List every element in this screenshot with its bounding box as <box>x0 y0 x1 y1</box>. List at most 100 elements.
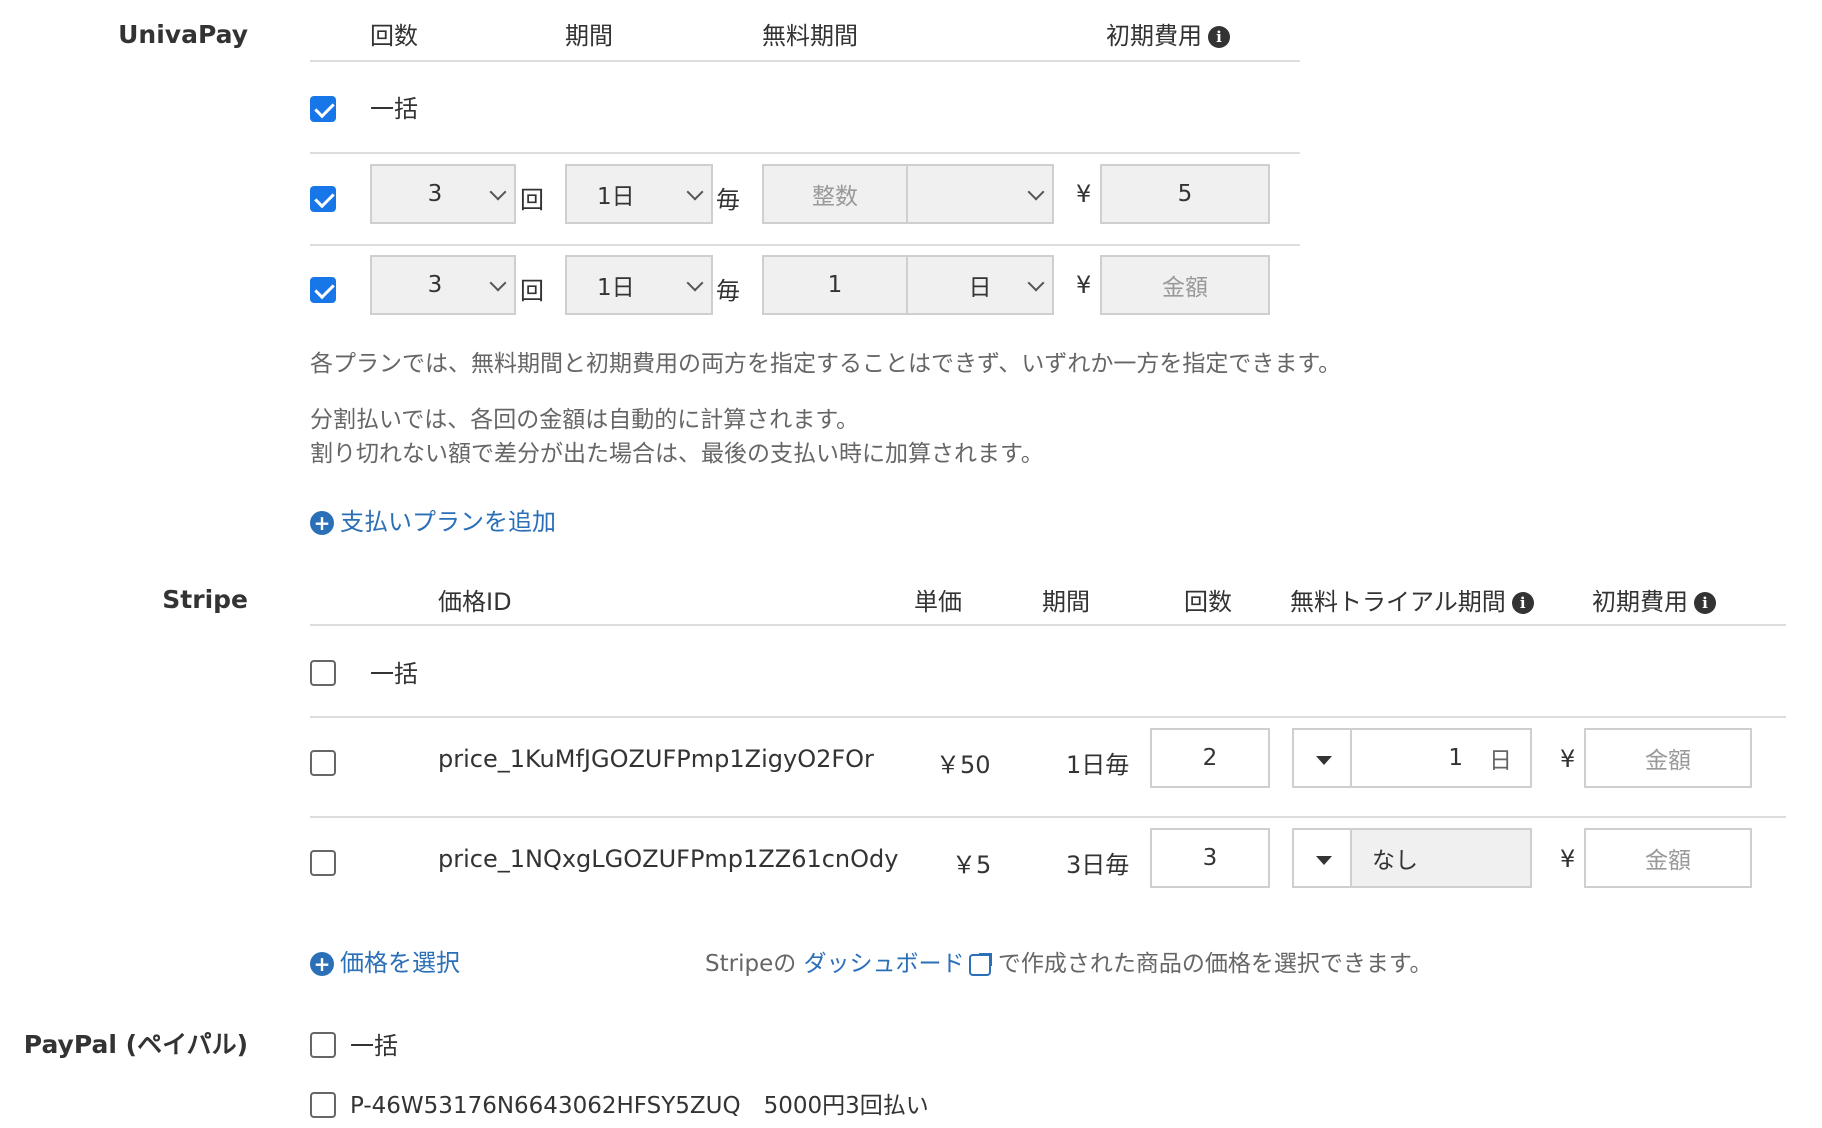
univapay-period-select[interactable]: 1日 <box>565 164 713 224</box>
stripe-count-input[interactable]: 3 <box>1150 828 1270 888</box>
univapay-header-free-period: 無料期間 <box>762 22 858 50</box>
stripe-unit-price: ￥50 <box>936 751 991 779</box>
stripe-price-id: price_1NQxgLGOZUFPmp1ZZ61cnOdy <box>438 845 899 873</box>
add-payment-plan-link[interactable]: + 支払いプランを追加 <box>310 502 556 537</box>
period-value: 1日 <box>597 184 635 210</box>
stripe-trial-input[interactable]: なし <box>1350 828 1532 888</box>
dashboard-prefix: Stripeの <box>705 951 797 977</box>
divider <box>310 716 1786 718</box>
univapay-period-select[interactable]: 1日 <box>565 255 713 315</box>
univapay-free-period-input[interactable]: 整数 <box>762 164 908 224</box>
stripe-initial-fee-input[interactable]: 金額 <box>1584 728 1752 788</box>
trial-unit: 日 <box>1489 748 1512 774</box>
stripe-price-checkbox[interactable] <box>310 750 336 776</box>
stripe-header-count: 回数 <box>1184 588 1232 616</box>
stripe-header-unit-price: 単価 <box>914 588 962 616</box>
stripe-unit-price: ￥5 <box>952 851 992 879</box>
divider <box>310 152 1300 154</box>
plus-circle-icon: + <box>310 511 334 535</box>
info-icon[interactable]: i <box>1694 592 1716 614</box>
univapay-header-initial-fee: 初期費用 i <box>1106 16 1230 51</box>
info-icon[interactable]: i <box>1208 26 1230 48</box>
stripe-header-free-trial-label: 無料トライアル期間 <box>1290 588 1506 616</box>
univapay-count-select[interactable]: 3 <box>370 255 516 315</box>
divider <box>310 60 1300 62</box>
stripe-dashboard-link[interactable]: ダッシュボード <box>804 951 965 977</box>
univapay-free-unit-select[interactable]: 日 <box>906 255 1054 315</box>
univapay-initial-fee-input[interactable]: 金額 <box>1100 255 1270 315</box>
univapay-section-label: UnivaPay <box>118 20 248 49</box>
univapay-initial-fee-input[interactable]: 5 <box>1100 164 1270 224</box>
stripe-header-price-id: 価格ID <box>438 588 512 616</box>
yen-sign: ¥ <box>1560 745 1576 773</box>
stripe-lump-sum-label: 一括 <box>370 660 418 688</box>
univapay-note: 割り切れない額で差分が出た場合は、最後の支払い時に加算されます。 <box>310 441 1044 467</box>
stripe-header-period: 期間 <box>1042 588 1090 616</box>
stripe-lump-sum-checkbox[interactable] <box>310 660 336 686</box>
univapay-lump-sum-checkbox[interactable] <box>310 96 336 122</box>
initial-fee-value: 5 <box>1177 181 1193 207</box>
external-link-icon <box>968 952 992 976</box>
chevron-down-icon <box>686 274 704 292</box>
stripe-price-checkbox[interactable] <box>310 850 336 876</box>
univapay-free-unit-select[interactable] <box>906 164 1054 224</box>
chevron-down-icon <box>686 183 704 201</box>
divider <box>310 816 1786 818</box>
trial-value: 1 <box>1448 745 1463 771</box>
yen-sign: ¥ <box>1076 180 1092 208</box>
univapay-header-initial-fee-label: 初期費用 <box>1106 22 1202 50</box>
univapay-note: 分割払いでは、各回の金額は自動的に計算されます。 <box>310 407 860 433</box>
placeholder: 金額 <box>1162 275 1208 301</box>
caret-down-icon[interactable] <box>1292 828 1352 888</box>
trial-value: なし <box>1372 848 1418 874</box>
paypal-section-label: PayPal (ペイパル) <box>23 1030 248 1059</box>
select-price-label: 価格を選択 <box>340 949 460 977</box>
stripe-period: 1日毎 <box>1066 751 1130 779</box>
paypal-lump-sum-label: 一括 <box>350 1032 398 1060</box>
caret-down-icon[interactable] <box>1292 728 1352 788</box>
stripe-dashboard-note: Stripeの ダッシュボード で作成された商品の価格を選択できます。 <box>705 944 1433 978</box>
free-unit-value: 日 <box>968 275 992 301</box>
divider <box>310 624 1786 626</box>
stripe-price-id: price_1KuMfJGOZUFPmp1ZigyO2FOr <box>438 745 874 773</box>
stripe-header-initial-fee: 初期費用 i <box>1592 582 1716 617</box>
info-icon[interactable]: i <box>1511 592 1534 614</box>
stripe-count-input[interactable]: 2 <box>1150 728 1270 788</box>
univapay-free-period-input[interactable]: 1 <box>762 255 908 315</box>
univapay-plan-checkbox[interactable] <box>310 277 336 303</box>
univapay-header-period: 期間 <box>565 22 613 50</box>
stripe-header-initial-fee-label: 初期費用 <box>1592 588 1688 616</box>
univapay-plan-checkbox[interactable] <box>310 186 336 212</box>
count-value: 3 <box>1202 845 1218 871</box>
placeholder: 金額 <box>1645 748 1691 774</box>
divider <box>310 244 1300 246</box>
stripe-section-label: Stripe <box>162 585 248 614</box>
stripe-header-free-trial: 無料トライアル期間 i <box>1290 582 1534 617</box>
univapay-count-select[interactable]: 3 <box>370 164 516 224</box>
univapay-lump-sum-label: 一括 <box>370 95 418 123</box>
period-value: 1日 <box>597 275 635 301</box>
stripe-trial-input[interactable]: 1日 <box>1350 728 1532 788</box>
placeholder: 整数 <box>812 184 858 210</box>
stripe-initial-fee-input[interactable]: 金額 <box>1584 828 1752 888</box>
period-unit: 毎 <box>716 186 740 214</box>
univapay-header-count: 回数 <box>370 22 418 50</box>
count-value: 2 <box>1202 745 1218 771</box>
chevron-down-icon <box>1027 183 1045 201</box>
period-unit: 毎 <box>716 277 740 305</box>
univapay-note: 各プランでは、無料期間と初期費用の両方を指定することはできず、いずれか一方を指定… <box>310 351 1342 377</box>
count-unit: 回 <box>520 186 544 214</box>
plus-circle-icon: + <box>310 952 334 976</box>
paypal-plan-checkbox[interactable] <box>310 1092 336 1118</box>
placeholder: 金額 <box>1645 848 1691 874</box>
dashboard-suffix: で作成された商品の価格を選択できます。 <box>997 951 1433 977</box>
select-price-link[interactable]: + 価格を選択 <box>310 943 460 978</box>
chevron-down-icon <box>1027 274 1045 292</box>
yen-sign: ¥ <box>1560 845 1576 873</box>
add-plan-label: 支払いプランを追加 <box>340 508 556 536</box>
stripe-period: 3日毎 <box>1066 851 1130 879</box>
paypal-lump-sum-checkbox[interactable] <box>310 1032 336 1058</box>
yen-sign: ¥ <box>1076 271 1092 299</box>
count-unit: 回 <box>520 277 544 305</box>
paypal-plan-label: P-46W53176N6643062HFSY5ZUQ 5000円3回払い <box>350 1093 929 1119</box>
